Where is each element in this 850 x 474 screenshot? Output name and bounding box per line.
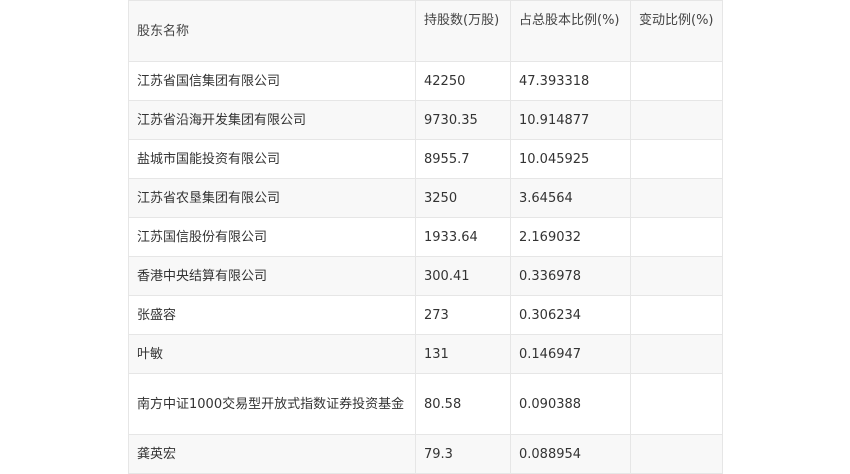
cell-ratio: 3.64564 [510, 178, 631, 218]
table-row: 南方中证1000交易型开放式指数证券投资基金 80.58 0.090388 [128, 373, 723, 435]
header-shareholder-name: 股东名称 [128, 0, 416, 62]
table-row: 江苏省国信集团有限公司 42250 47.393318 [128, 61, 723, 101]
cell-name: 江苏省国信集团有限公司 [128, 61, 416, 101]
cell-shares: 300.41 [415, 256, 511, 296]
cell-ratio: 10.914877 [510, 100, 631, 140]
cell-shares: 1933.64 [415, 217, 511, 257]
table-header-row: 股东名称 持股数(万股) 占总股本比例(%) 变动比例(%) [128, 0, 723, 62]
cell-change [630, 256, 723, 296]
cell-change [630, 434, 723, 474]
cell-change [630, 295, 723, 335]
header-shares: 持股数(万股) [415, 0, 511, 62]
cell-shares: 79.3 [415, 434, 511, 474]
shareholder-table-container: 股东名称 持股数(万股) 占总股本比例(%) 变动比例(%) 江苏省国信集团有限… [128, 0, 723, 474]
cell-ratio: 47.393318 [510, 61, 631, 101]
table-row: 江苏省农垦集团有限公司 3250 3.64564 [128, 178, 723, 218]
cell-change [630, 334, 723, 374]
cell-name: 张盛容 [128, 295, 416, 335]
table-row: 江苏省沿海开发集团有限公司 9730.35 10.914877 [128, 100, 723, 140]
shareholder-table: 股东名称 持股数(万股) 占总股本比例(%) 变动比例(%) 江苏省国信集团有限… [128, 0, 723, 474]
header-ratio: 占总股本比例(%) [510, 0, 631, 62]
cell-change [630, 61, 723, 101]
cell-name: 南方中证1000交易型开放式指数证券投资基金 [128, 373, 416, 435]
cell-name: 江苏国信股份有限公司 [128, 217, 416, 257]
cell-change [630, 139, 723, 179]
cell-change [630, 373, 723, 435]
table-row: 香港中央结算有限公司 300.41 0.336978 [128, 256, 723, 296]
cell-name: 龚英宏 [128, 434, 416, 474]
cell-ratio: 0.088954 [510, 434, 631, 474]
cell-name: 香港中央结算有限公司 [128, 256, 416, 296]
cell-shares: 9730.35 [415, 100, 511, 140]
cell-shares: 42250 [415, 61, 511, 101]
header-change: 变动比例(%) [630, 0, 723, 62]
table-header: 股东名称 持股数(万股) 占总股本比例(%) 变动比例(%) [128, 0, 723, 62]
cell-ratio: 0.336978 [510, 256, 631, 296]
cell-ratio: 0.146947 [510, 334, 631, 374]
cell-shares: 273 [415, 295, 511, 335]
cell-ratio: 10.045925 [510, 139, 631, 179]
cell-name: 盐城市国能投资有限公司 [128, 139, 416, 179]
cell-change [630, 100, 723, 140]
table-row: 龚英宏 79.3 0.088954 [128, 434, 723, 474]
cell-shares: 131 [415, 334, 511, 374]
cell-change [630, 178, 723, 218]
table-row: 江苏国信股份有限公司 1933.64 2.169032 [128, 217, 723, 257]
table-row: 张盛容 273 0.306234 [128, 295, 723, 335]
cell-change [630, 217, 723, 257]
cell-shares: 8955.7 [415, 139, 511, 179]
cell-name: 叶敏 [128, 334, 416, 374]
cell-shares: 3250 [415, 178, 511, 218]
cell-ratio: 0.306234 [510, 295, 631, 335]
cell-ratio: 2.169032 [510, 217, 631, 257]
table-body: 江苏省国信集团有限公司 42250 47.393318 江苏省沿海开发集团有限公… [128, 61, 723, 474]
cell-shares: 80.58 [415, 373, 511, 435]
cell-name: 江苏省农垦集团有限公司 [128, 178, 416, 218]
table-row: 叶敏 131 0.146947 [128, 334, 723, 374]
cell-name: 江苏省沿海开发集团有限公司 [128, 100, 416, 140]
table-row: 盐城市国能投资有限公司 8955.7 10.045925 [128, 139, 723, 179]
cell-ratio: 0.090388 [510, 373, 631, 435]
